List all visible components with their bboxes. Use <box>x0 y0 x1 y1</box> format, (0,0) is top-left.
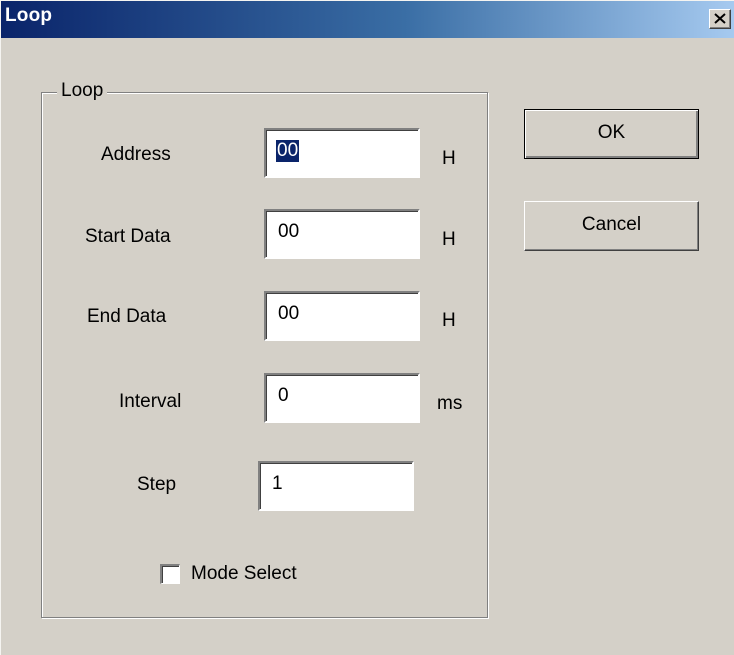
end-data-label: End Data <box>87 306 167 327</box>
start-data-unit: H <box>442 229 456 250</box>
start-data-label: Start Data <box>85 226 171 247</box>
step-input[interactable]: 1 <box>258 461 414 511</box>
interval-value: 0 <box>278 385 289 406</box>
mode-select-label[interactable]: Mode Select <box>191 563 297 585</box>
mode-select-checkbox[interactable] <box>160 564 180 584</box>
window-title: Loop <box>5 5 53 26</box>
ok-button[interactable]: OK <box>524 109 699 159</box>
step-label: Step <box>137 474 177 495</box>
interval-unit: ms <box>437 393 463 414</box>
end-data-value: 00 <box>278 303 300 324</box>
start-data-value: 00 <box>278 221 300 242</box>
end-data-unit: H <box>442 310 456 331</box>
address-input[interactable]: 00 <box>264 128 420 178</box>
step-value: 1 <box>272 473 283 494</box>
close-button[interactable] <box>709 9 731 29</box>
cancel-button[interactable]: Cancel <box>524 201 699 251</box>
loop-dialog: Loop Loop Address 00 H Start Data 00 H E… <box>0 0 734 655</box>
address-unit: H <box>442 148 456 169</box>
title-bar[interactable]: Loop <box>1 1 734 38</box>
close-icon <box>714 13 726 24</box>
address-value: 00 <box>276 140 300 162</box>
address-label: Address <box>101 144 171 165</box>
groupbox-legend: Loop <box>57 80 108 102</box>
end-data-input[interactable]: 00 <box>264 291 420 341</box>
interval-input[interactable]: 0 <box>264 373 420 423</box>
start-data-input[interactable]: 00 <box>264 209 420 259</box>
interval-label: Interval <box>119 391 182 412</box>
